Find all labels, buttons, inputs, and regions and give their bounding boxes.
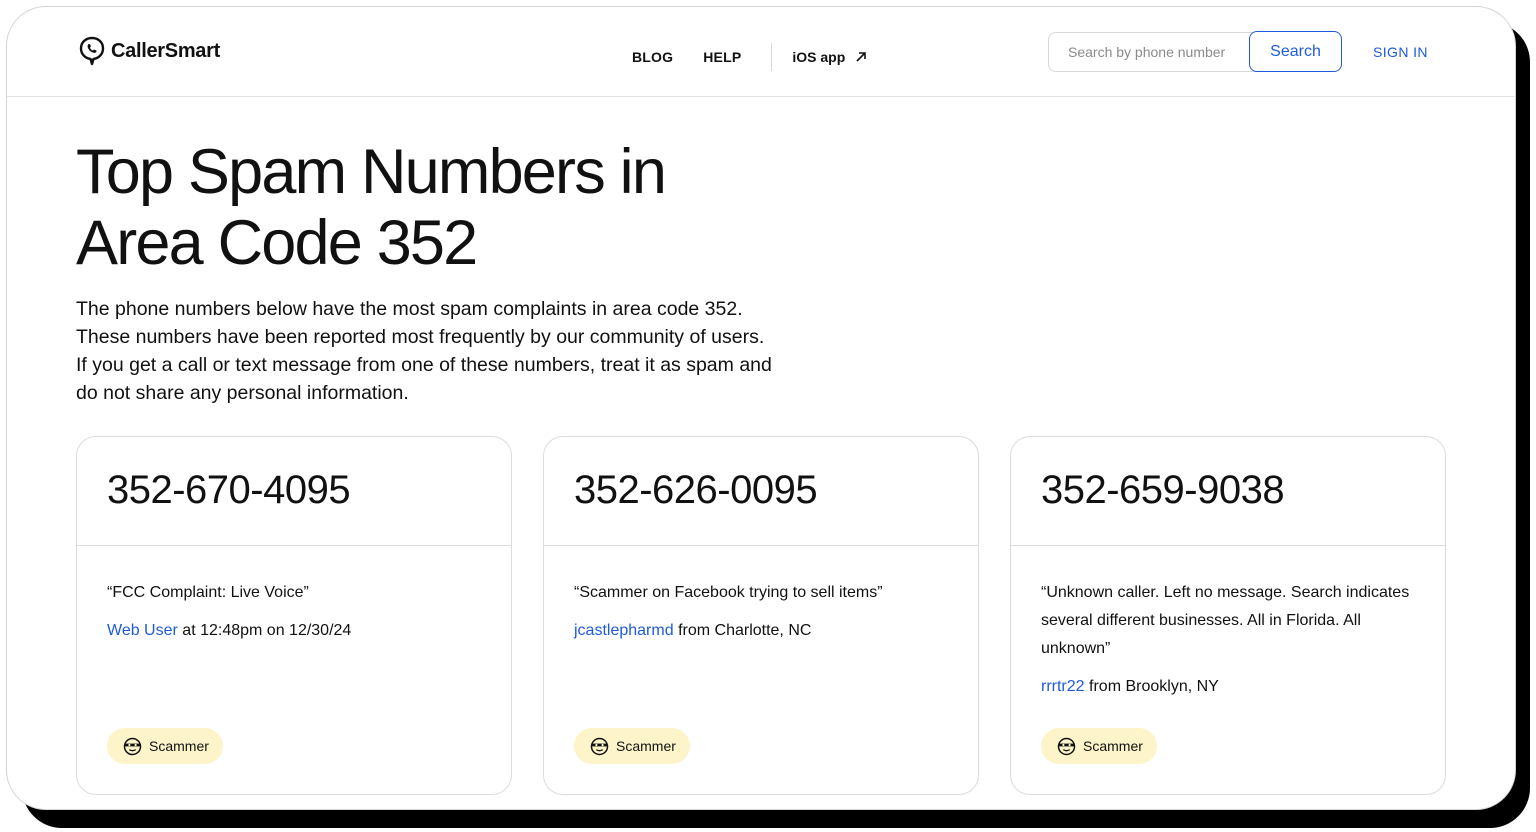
card-body: “Scammer on Facebook trying to sell item…	[544, 546, 978, 645]
spam-number-list: 352-670-4095 “FCC Complaint: Live Voice”…	[76, 436, 1446, 795]
complaint-quote: “Scammer on Facebook trying to sell item…	[574, 584, 883, 601]
card-header: 352-626-0095	[544, 437, 978, 546]
masked-face-icon	[590, 737, 609, 755]
reporter-link[interactable]: Web User	[107, 622, 178, 639]
complaint-quote: “Unknown caller. Left no message. Search…	[1041, 584, 1410, 657]
page-frame: CallerSmart BLOG HELP iOS app Search SIG…	[6, 6, 1516, 810]
category-badge: Scammer	[107, 728, 223, 764]
nav-blog[interactable]: BLOG	[632, 49, 673, 65]
ios-app-label: iOS app	[792, 49, 846, 65]
badge-label: Scammer	[616, 738, 676, 754]
badge-label: Scammer	[149, 738, 209, 754]
spam-number-card: 352-626-0095 “Scammer on Facebook trying…	[543, 436, 979, 795]
nav-ios-app[interactable]: iOS app	[792, 49, 867, 65]
site-header: CallerSmart BLOG HELP iOS app Search SIG…	[7, 7, 1515, 97]
nav-help[interactable]: HELP	[703, 49, 741, 65]
category-badge: Scammer	[574, 728, 690, 764]
phone-bubble-icon	[79, 36, 105, 66]
complaint-meta: jcastlepharmd from Charlotte, NC	[574, 617, 948, 645]
reporter-link[interactable]: jcastlepharmd	[574, 622, 674, 639]
badge-label: Scammer	[1083, 738, 1143, 754]
card-header: 352-659-9038	[1011, 437, 1445, 546]
card-body: “FCC Complaint: Live Voice” Web User at …	[77, 546, 511, 645]
brand-name: CallerSmart	[111, 39, 220, 62]
main-nav: BLOG HELP iOS app	[632, 43, 867, 71]
arrow-up-right-icon	[856, 52, 867, 62]
complaint-detail: at 12:48pm on 12/30/24	[182, 622, 352, 639]
brand-logo[interactable]: CallerSmart	[79, 36, 220, 66]
phone-search: Search	[1048, 31, 1342, 72]
masked-face-icon	[1057, 737, 1076, 755]
complaint-meta: Web User at 12:48pm on 12/30/24	[107, 617, 481, 645]
card-header: 352-670-4095	[77, 437, 511, 546]
page-intro: The phone numbers below have the most sp…	[76, 298, 772, 404]
phone-number-link[interactable]: 352-670-4095	[107, 468, 351, 512]
reporter-link[interactable]: rrrtr22	[1041, 678, 1085, 695]
complaint-detail: from Charlotte, NC	[678, 622, 812, 639]
spam-number-card: 352-670-4095 “FCC Complaint: Live Voice”…	[76, 436, 512, 795]
page-title: Top Spam Numbers in Area Code 352	[76, 137, 667, 278]
nav-divider	[771, 43, 773, 71]
sign-in-link[interactable]: SIGN IN	[1373, 44, 1428, 60]
phone-number-link[interactable]: 352-626-0095	[574, 468, 818, 512]
search-input[interactable]	[1049, 33, 1245, 71]
complaint-detail: from Brooklyn, NY	[1089, 678, 1219, 695]
category-badge: Scammer	[1041, 728, 1157, 764]
phone-number-link[interactable]: 352-659-9038	[1041, 468, 1285, 512]
card-body: “Unknown caller. Left no message. Search…	[1011, 546, 1445, 701]
complaint-meta: rrrtr22 from Brooklyn, NY	[1041, 673, 1415, 701]
masked-face-icon	[123, 737, 142, 755]
spam-number-card: 352-659-9038 “Unknown caller. Left no me…	[1010, 436, 1446, 795]
search-button[interactable]: Search	[1249, 31, 1342, 72]
complaint-quote: “FCC Complaint: Live Voice”	[107, 584, 309, 601]
